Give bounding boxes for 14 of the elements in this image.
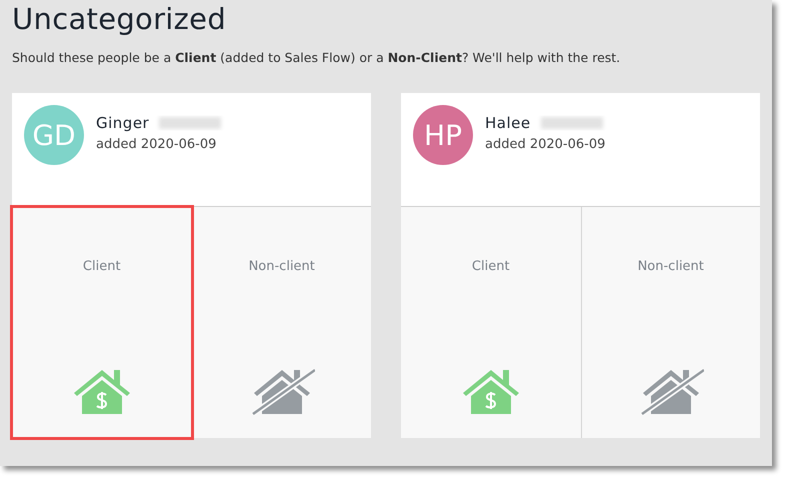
category-option[interactable]: Client [12,207,192,438]
category-option[interactable]: Non-client [580,207,760,438]
page-title: Uncategorized [12,1,228,36]
person-name: Halee [485,114,531,132]
category-option[interactable]: Client [401,207,580,438]
added-date: added 2020-06-09 [485,137,606,152]
added-date: added 2020-06-09 [96,137,218,152]
house-dollar-icon [462,368,520,416]
person-name: Ginger [96,114,150,132]
avatar: HP [413,105,473,165]
instruction-text: Should these people be a Client (added to Sales Flow) or a Non-Client? We'll help with the rest. [12,50,622,65]
category-option[interactable]: Non-client [192,207,371,438]
avatar: GD [24,105,84,165]
house-dollar-icon [72,368,131,416]
